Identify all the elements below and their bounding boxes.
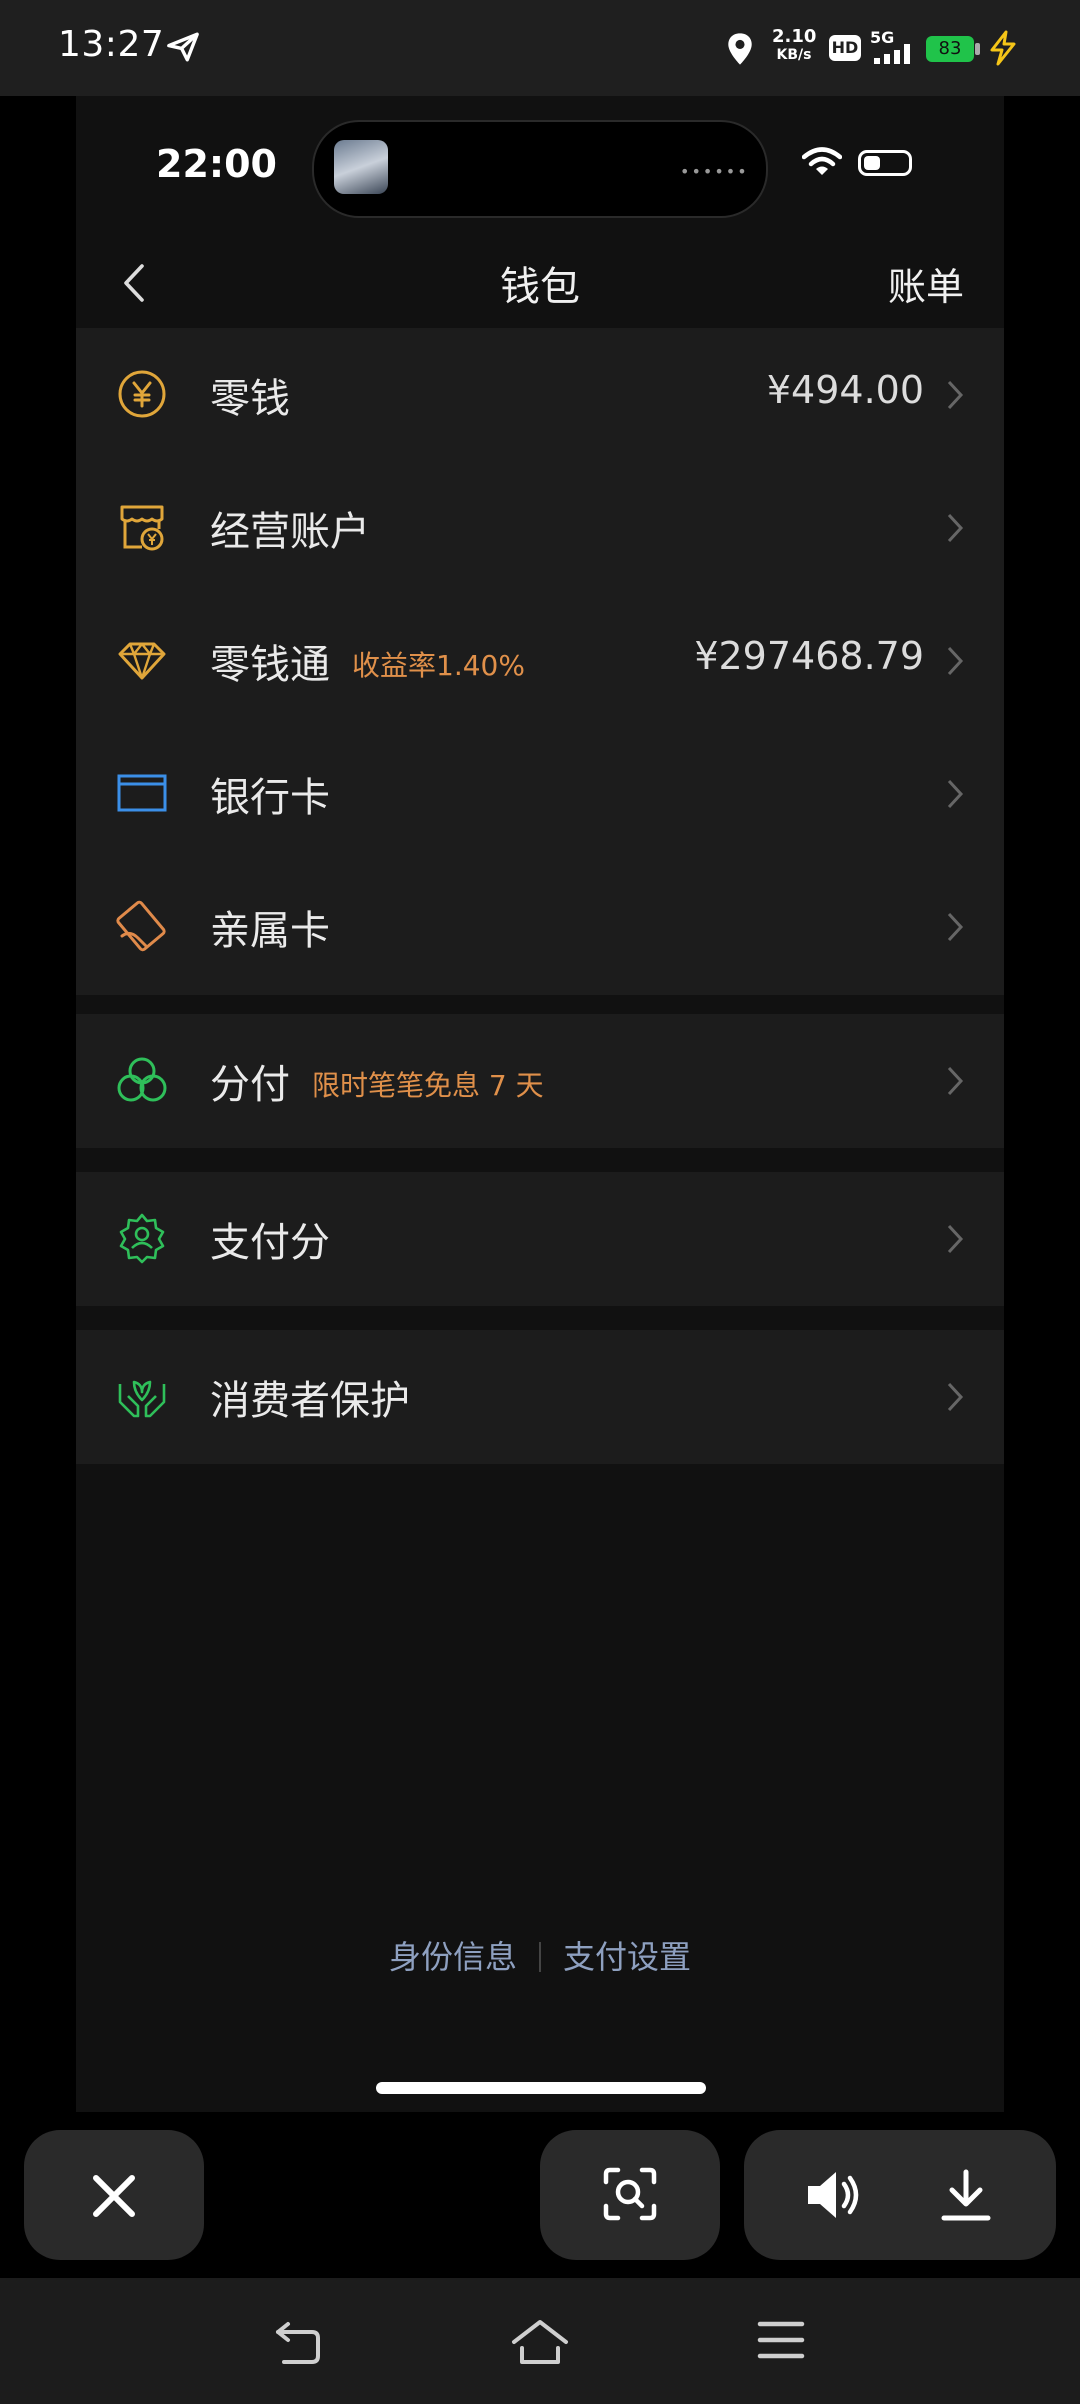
diamond-icon <box>118 642 166 680</box>
row-change[interactable]: 零钱 ¥494.00 <box>76 328 1004 461</box>
system-time: 13:27 <box>58 24 165 65</box>
pay-score-section: 支付分 <box>76 1172 1004 1306</box>
chevron-right-icon <box>947 1066 964 1096</box>
chevron-right-icon <box>947 513 964 543</box>
fenfu-promo-tag: 限时笔笔免息 7 天 <box>312 1069 544 1102</box>
row-label: 零钱 <box>210 376 290 422</box>
media-controls <box>744 2130 1056 2260</box>
chevron-right-icon <box>947 646 964 676</box>
system-status-bar: 13:27 2.10 KB/s HD 5G 83 <box>0 0 1080 96</box>
battery-level: 83 <box>926 36 974 62</box>
row-fenfu[interactable]: 分付 限时笔笔免息 7 天 <box>76 1014 1004 1147</box>
row-lingqiantong[interactable]: 零钱通 收益率1.40% ¥297468.79 <box>76 594 1004 727</box>
charging-icon <box>990 30 1016 66</box>
consumer-protection-icon <box>118 1380 166 1418</box>
chevron-right-icon <box>947 380 964 410</box>
row-label: 亲属卡 <box>210 908 330 954</box>
close-icon <box>93 2175 135 2217</box>
wifi-icon <box>802 147 842 175</box>
net-speed-value: 2.10 <box>772 26 817 47</box>
waveform-icon: •••••• <box>680 162 749 181</box>
nav-bar: 钱包 账单 <box>76 236 1004 326</box>
back-nav-icon[interactable] <box>270 2318 326 2368</box>
shop-account-icon <box>120 505 164 551</box>
lingqiantong-balance: ¥297468.79 <box>694 634 924 678</box>
network-speed: 2.10 KB/s <box>772 28 816 64</box>
media-thumbnail <box>334 140 388 194</box>
page-title: 钱包 <box>500 264 580 310</box>
wallet-screen: 22:00 •••••• 钱包 账单 零钱 ¥494.00 经营账户 零钱通 收… <box>76 96 1004 2112</box>
yield-rate-tag: 收益率1.40% <box>352 649 525 682</box>
fenfu-label: 分付 <box>210 1062 290 1108</box>
pay-settings-link[interactable]: 支付设置 <box>563 1938 691 1976</box>
system-nav-bar <box>0 2278 1080 2404</box>
home-nav-icon[interactable] <box>510 2318 570 2368</box>
home-indicator[interactable] <box>376 2082 706 2094</box>
dynamic-island[interactable]: •••••• <box>312 120 768 218</box>
hd-icon: HD <box>829 35 861 61</box>
menu-nav-icon[interactable] <box>756 2318 806 2362</box>
lingqiantong-label: 零钱通 <box>210 642 330 688</box>
divider <box>539 1942 541 1972</box>
fenfu-icon <box>117 1057 167 1102</box>
row-pay-score[interactable]: 支付分 <box>76 1172 1004 1305</box>
wallet-list: 零钱 ¥494.00 经营账户 零钱通收益率1.40% ¥297468.79 <box>76 328 1004 995</box>
consumer-protection-section: 消费者保护 <box>76 1330 1004 1464</box>
download-icon[interactable] <box>938 2168 994 2224</box>
fenfu-section: 分付 限时笔笔免息 7 天 <box>76 1014 1004 1148</box>
location-icon <box>728 33 752 65</box>
chevron-right-icon <box>947 1382 964 1412</box>
scan-icon <box>603 2167 657 2221</box>
yuan-coin-icon <box>118 370 166 418</box>
battery-tip <box>975 43 980 55</box>
change-balance: ¥494.00 <box>766 368 924 412</box>
row-label: 支付分 <box>210 1220 330 1266</box>
send-icon <box>167 32 199 62</box>
inner-time: 22:00 <box>156 142 277 186</box>
footer-links: 身份信息 支付设置 <box>76 1932 1004 1978</box>
signal-icon <box>874 44 910 64</box>
bill-button[interactable]: 账单 <box>888 256 964 311</box>
row-bank-card[interactable]: 银行卡 <box>76 727 1004 860</box>
row-business-account[interactable]: 经营账户 <box>76 461 1004 594</box>
close-button[interactable] <box>24 2130 204 2260</box>
row-label: 零钱通 收益率1.40% <box>210 632 525 690</box>
inner-battery-icon <box>858 150 912 176</box>
volume-icon[interactable] <box>804 2168 864 2222</box>
inner-status-bar: 22:00 •••••• <box>76 96 1004 236</box>
row-family-card[interactable]: 亲属卡 <box>76 860 1004 993</box>
pay-score-icon <box>119 1213 165 1264</box>
row-label: 分付 限时笔笔免息 7 天 <box>210 1052 544 1110</box>
chevron-right-icon <box>947 912 964 942</box>
bank-card-icon <box>117 774 167 812</box>
scan-button[interactable] <box>540 2130 720 2260</box>
row-consumer-protection[interactable]: 消费者保护 <box>76 1330 1004 1463</box>
net-speed-unit: KB/s <box>776 47 812 63</box>
identity-info-link[interactable]: 身份信息 <box>389 1938 517 1976</box>
chevron-right-icon <box>947 1224 964 1254</box>
row-label: 消费者保护 <box>210 1378 410 1424</box>
chevron-right-icon <box>947 779 964 809</box>
family-card-icon <box>116 900 166 952</box>
row-label: 经营账户 <box>210 509 370 555</box>
row-label: 银行卡 <box>210 775 330 821</box>
